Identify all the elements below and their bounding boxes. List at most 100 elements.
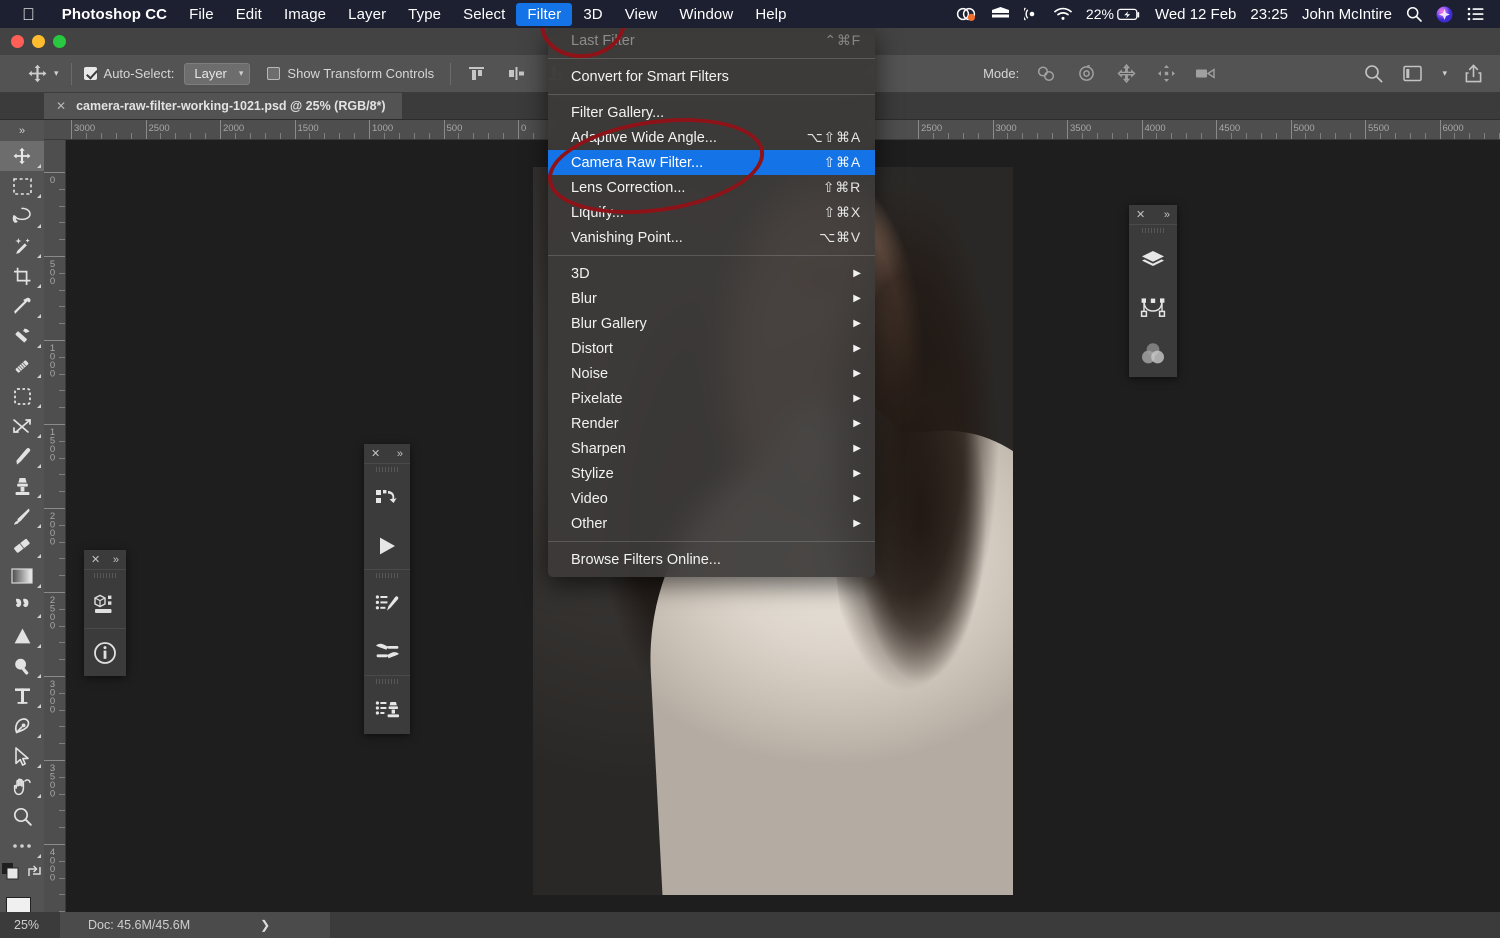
align-vertical-centers-icon[interactable] <box>503 61 529 87</box>
swap-colors-icon[interactable] <box>27 864 42 884</box>
healing-brush-tool[interactable] <box>0 351 44 381</box>
menu-item-convert-for-smart-filters[interactable]: Convert for Smart Filters <box>548 64 875 89</box>
panel-grip[interactable] <box>84 570 126 581</box>
menu-item-3d[interactable]: 3D▶ <box>548 261 875 286</box>
menu-item-lens-correction[interactable]: Lens Correction...⇧⌘R <box>548 175 875 200</box>
document-tab[interactable]: ✕ camera-raw-filter-working-1021.psd @ 2… <box>44 93 402 119</box>
checkbox-box[interactable] <box>84 67 97 80</box>
checkbox-box[interactable] <box>267 67 280 80</box>
auto-select-dropdown[interactable]: Layer ▾ <box>184 63 250 85</box>
brush-settings-panel-icon[interactable] <box>364 628 410 675</box>
menu-item-vanishing-point[interactable]: Vanishing Point...⌥⌘V <box>548 225 875 250</box>
menu-layer[interactable]: Layer <box>337 3 397 26</box>
channels-panel-icon[interactable] <box>1129 330 1177 377</box>
panel-grip[interactable] <box>364 464 410 475</box>
auto-select-checkbox[interactable]: Auto-Select: <box>84 66 175 81</box>
menu-select[interactable]: Select <box>452 3 516 26</box>
quick-selection-tool[interactable] <box>0 231 44 261</box>
backup-icon[interactable] <box>991 7 1010 22</box>
clone-stamp-tool[interactable] <box>0 471 44 501</box>
properties-panel-icon[interactable] <box>84 581 126 628</box>
menu-item-adaptive-wide-angle[interactable]: Adaptive Wide Angle...⌥⇧⌘A <box>548 125 875 150</box>
filter-dropdown-menu[interactable]: Last Filter⌃⌘FConvert for Smart FiltersF… <box>548 28 875 577</box>
menu-photoshop-cc[interactable]: Photoshop CC <box>51 3 178 26</box>
battery-status[interactable]: 22% <box>1086 6 1141 22</box>
panel-header[interactable]: ✕ » <box>1129 205 1177 224</box>
chevron-double-right-icon[interactable]: » <box>0 124 44 141</box>
zoom-window-button[interactable] <box>53 35 66 48</box>
menu-bar-user-name[interactable]: John McIntire <box>1302 6 1392 23</box>
eyedropper-tool[interactable] <box>0 291 44 321</box>
menu-type[interactable]: Type <box>397 3 452 26</box>
menu-item-liquify[interactable]: Liquify...⇧⌘X <box>548 200 875 225</box>
type-tool[interactable] <box>0 681 44 711</box>
search-icon[interactable] <box>1360 61 1386 87</box>
lasso-tool[interactable] <box>0 201 44 231</box>
menu-item-camera-raw-filter[interactable]: Camera Raw Filter...⇧⌘A <box>548 150 875 175</box>
menu-item-filter-gallery[interactable]: Filter Gallery... <box>548 100 875 125</box>
chevron-double-right-icon[interactable]: » <box>397 448 403 460</box>
panel-grip[interactable] <box>1129 225 1177 236</box>
play-action-icon[interactable] <box>364 522 410 569</box>
chevron-down-icon[interactable]: ▾ <box>1442 68 1447 79</box>
menu-bar-time[interactable]: 23:25 <box>1250 6 1288 23</box>
brush-tool[interactable] <box>0 441 44 471</box>
dodge-tool[interactable] <box>0 591 44 621</box>
actions-panel-icon[interactable] <box>364 475 410 522</box>
menu-item-render[interactable]: Render▶ <box>548 411 875 436</box>
close-icon[interactable]: ✕ <box>91 553 100 566</box>
chevron-double-right-icon[interactable]: » <box>113 554 119 566</box>
apple-logo-icon[interactable]:  <box>22 6 35 23</box>
chevron-down-icon[interactable]: ▾ <box>54 68 59 79</box>
paths-panel-icon[interactable] <box>1129 283 1177 330</box>
close-window-button[interactable] <box>11 35 24 48</box>
panel-grip[interactable] <box>364 676 410 687</box>
menu-file[interactable]: File <box>178 3 225 26</box>
layers-panel-icon[interactable] <box>1129 236 1177 283</box>
menu-item-noise[interactable]: Noise▶ <box>548 361 875 386</box>
3d-pan-icon[interactable] <box>1113 61 1139 87</box>
layers-paths-channels-panel[interactable]: ✕ » <box>1129 205 1177 377</box>
align-top-edges-icon[interactable] <box>463 61 489 87</box>
menu-help[interactable]: Help <box>744 3 797 26</box>
menu-filter[interactable]: Filter <box>516 3 572 26</box>
document-size-info[interactable]: Doc: 45.6M/45.6M ❯ <box>60 912 330 938</box>
3d-rotate-icon[interactable] <box>1033 61 1059 87</box>
close-icon[interactable]: ✕ <box>1136 208 1145 221</box>
wifi-icon[interactable] <box>1054 7 1072 21</box>
move-tool[interactable] <box>0 141 44 171</box>
zoom-tool[interactable] <box>0 801 44 831</box>
info-panel-icon[interactable] <box>84 629 126 676</box>
airdrop-icon[interactable] <box>1024 6 1040 22</box>
panel-header[interactable]: ✕ » <box>84 550 126 569</box>
menu-view[interactable]: View <box>614 3 669 26</box>
zoom-level[interactable]: 25% <box>0 918 60 932</box>
properties-info-panel[interactable]: ✕ » <box>84 550 126 676</box>
menu-item-video[interactable]: Video▶ <box>548 486 875 511</box>
rectangular-marquee-tool[interactable] <box>0 171 44 201</box>
menu-item-browse-filters-online[interactable]: Browse Filters Online... <box>548 547 875 572</box>
control-center-icon[interactable] <box>1467 7 1484 21</box>
panel-grip[interactable] <box>364 570 410 581</box>
menu-3d[interactable]: 3D <box>572 3 613 26</box>
gradient-tool[interactable] <box>0 561 44 591</box>
vertical-ruler[interactable]: 050010001500200025003000350040004500 <box>44 140 66 938</box>
crop-tool[interactable] <box>0 261 44 291</box>
chevron-double-right-icon[interactable]: » <box>1164 209 1170 221</box>
content-aware-move-tool[interactable] <box>0 411 44 441</box>
show-transform-controls-checkbox[interactable]: Show Transform Controls <box>267 66 434 81</box>
panel-header[interactable]: ✕ » <box>364 444 410 463</box>
menu-item-sharpen[interactable]: Sharpen▶ <box>548 436 875 461</box>
3d-slide-icon[interactable] <box>1153 61 1179 87</box>
history-brush-tool[interactable] <box>0 501 44 531</box>
spot-healing-brush-tool[interactable] <box>0 321 44 351</box>
3d-roll-icon[interactable] <box>1073 61 1099 87</box>
move-tool-icon[interactable] <box>24 61 50 87</box>
patch-tool[interactable] <box>0 381 44 411</box>
pen-tool[interactable] <box>0 711 44 741</box>
share-icon[interactable] <box>1460 61 1486 87</box>
menu-window[interactable]: Window <box>668 3 744 26</box>
menu-item-other[interactable]: Other▶ <box>548 511 875 536</box>
menu-item-pixelate[interactable]: Pixelate▶ <box>548 386 875 411</box>
close-icon[interactable]: ✕ <box>56 99 66 113</box>
